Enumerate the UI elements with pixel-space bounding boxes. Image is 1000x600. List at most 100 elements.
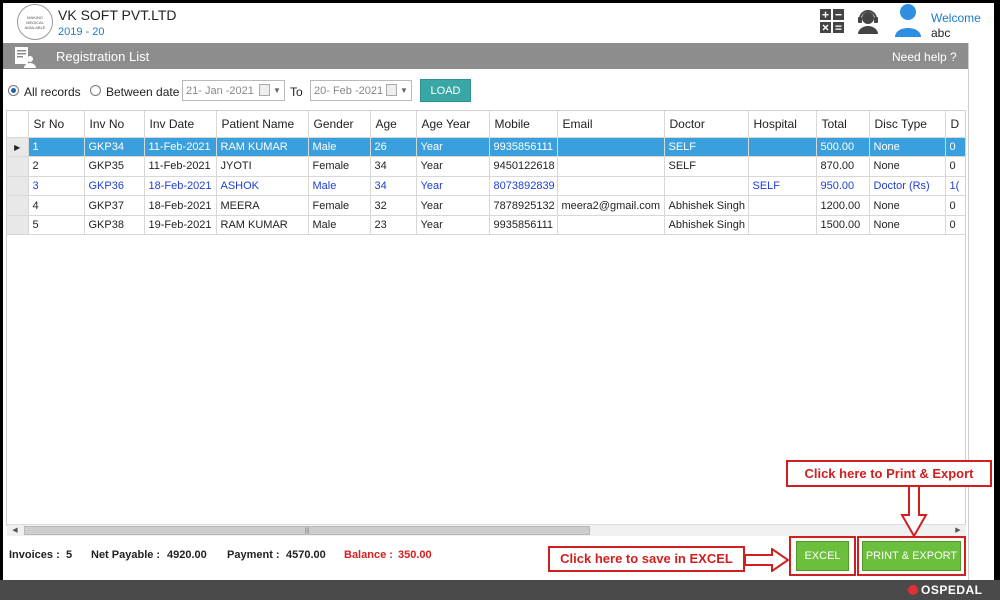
column-header[interactable]: Age Year <box>416 111 490 138</box>
table-cell[interactable]: 2 <box>28 156 85 177</box>
support-headset-icon[interactable] <box>855 8 881 34</box>
table-cell[interactable]: 5 <box>28 215 85 236</box>
table-cell[interactable]: MEERA <box>216 195 309 216</box>
table-cell[interactable]: Male <box>308 215 371 236</box>
table-cell[interactable]: 26 <box>370 137 417 158</box>
all-records-label[interactable]: All records <box>24 85 81 99</box>
column-header[interactable]: Gender <box>308 111 371 138</box>
column-header[interactable]: Age <box>370 111 417 138</box>
table-cell[interactable]: 9935856111 <box>489 137 558 158</box>
to-date-field[interactable]: 20- Feb -2021 ▼ <box>310 80 412 101</box>
table-cell[interactable]: GKP38 <box>84 215 145 236</box>
table-cell[interactable]: 9935856111 <box>489 215 558 236</box>
column-header[interactable]: Patient Name <box>216 111 309 138</box>
table-cell[interactable]: RAM KUMAR <box>216 215 309 236</box>
table-cell[interactable]: 18-Feb-2021 <box>144 176 217 197</box>
table-cell[interactable]: Male <box>308 176 371 197</box>
table-cell[interactable]: 32 <box>370 195 417 216</box>
table-cell[interactable]: Female <box>308 156 371 177</box>
column-header[interactable]: Sr No <box>28 111 85 138</box>
column-header[interactable]: Mobile <box>489 111 558 138</box>
table-cell[interactable]: SELF <box>664 156 749 177</box>
between-date-radio[interactable] <box>90 85 101 96</box>
chevron-down-icon[interactable]: ▼ <box>272 84 282 97</box>
table-cell[interactable]: ASHOK <box>216 176 309 197</box>
column-header[interactable]: Total <box>816 111 870 138</box>
row-selector[interactable] <box>7 215 29 236</box>
table-cell[interactable]: Year <box>416 156 490 177</box>
column-header[interactable]: Disc Type <box>869 111 946 138</box>
column-header[interactable]: Inv No <box>84 111 145 138</box>
table-cell[interactable]: Abhishek Singh <box>664 215 749 236</box>
table-row[interactable]: 3 GKP36 18-Feb-2021 ASHOK Male 34 Year 80738928… <box>7 176 965 197</box>
column-header[interactable]: Hospital <box>748 111 817 138</box>
table-cell[interactable]: 0 <box>945 215 965 236</box>
table-cell[interactable] <box>748 137 817 158</box>
table-cell[interactable]: 870.00 <box>816 156 870 177</box>
table-cell[interactable]: Year <box>416 195 490 216</box>
table-cell[interactable]: 1500.00 <box>816 215 870 236</box>
table-cell[interactable]: 11-Feb-2021 <box>144 156 217 177</box>
table-cell[interactable]: 18-Feb-2021 <box>144 195 217 216</box>
table-cell[interactable]: JYOTI <box>216 156 309 177</box>
table-row[interactable]: 2 GKP35 11-Feb-2021 JYOTI Female 34 Year 945012… <box>7 156 965 177</box>
table-cell[interactable]: 3 <box>28 176 85 197</box>
table-cell[interactable]: Year <box>416 137 490 158</box>
calculator-icon[interactable] <box>819 8 845 34</box>
scroll-left-icon[interactable]: ◀ <box>9 526 21 536</box>
table-cell[interactable]: None <box>869 195 946 216</box>
scroll-right-icon[interactable]: ▶ <box>952 526 964 536</box>
scrollbar-thumb[interactable]: ||| <box>24 526 590 535</box>
calendar-icon[interactable] <box>259 84 270 96</box>
table-cell[interactable] <box>557 156 665 177</box>
row-selector[interactable] <box>7 156 29 177</box>
table-cell[interactable]: 4 <box>28 195 85 216</box>
need-help-link[interactable]: Need help ? <box>892 50 957 64</box>
table-cell[interactable]: Year <box>416 215 490 236</box>
table-cell[interactable]: GKP37 <box>84 195 145 216</box>
table-cell[interactable]: None <box>869 137 946 158</box>
table-row[interactable]: 4 GKP37 18-Feb-2021 MEERA Female 32 Year 787892… <box>7 195 965 216</box>
table-cell[interactable]: 19-Feb-2021 <box>144 215 217 236</box>
table-cell[interactable] <box>557 137 665 158</box>
table-cell[interactable]: 950.00 <box>816 176 870 197</box>
table-cell[interactable]: Female <box>308 195 371 216</box>
table-cell[interactable]: meera2@gmail.com <box>557 195 665 216</box>
table-cell[interactable]: 34 <box>370 156 417 177</box>
load-button[interactable]: LOAD <box>420 79 471 102</box>
column-header[interactable]: Email <box>557 111 665 138</box>
table-cell[interactable]: 34 <box>370 176 417 197</box>
chevron-down-icon[interactable]: ▼ <box>399 84 409 97</box>
table-cell[interactable] <box>664 176 749 197</box>
table-cell[interactable] <box>557 215 665 236</box>
table-cell[interactable]: 0 <box>945 137 965 158</box>
table-cell[interactable]: 1 <box>28 137 85 158</box>
table-cell[interactable]: 0 <box>945 156 965 177</box>
table-cell[interactable]: 500.00 <box>816 137 870 158</box>
table-cell[interactable]: 23 <box>370 215 417 236</box>
excel-button[interactable]: EXCEL <box>796 541 849 571</box>
table-cell[interactable] <box>748 156 817 177</box>
table-cell[interactable] <box>748 195 817 216</box>
user-icon[interactable] <box>894 3 922 37</box>
table-cell[interactable]: SELF <box>748 176 817 197</box>
row-selector[interactable]: ▶ <box>7 137 29 158</box>
row-selector[interactable] <box>7 176 29 197</box>
table-cell[interactable]: Abhishek Singh <box>664 195 749 216</box>
table-cell[interactable] <box>557 176 665 197</box>
horizontal-scrollbar[interactable]: ◀ ||| ▶ <box>7 524 966 536</box>
column-header[interactable]: Inv Date <box>144 111 217 138</box>
table-cell[interactable]: Doctor (Rs) <box>869 176 946 197</box>
table-cell[interactable]: 8073892839 <box>489 176 558 197</box>
table-cell[interactable]: GKP35 <box>84 156 145 177</box>
column-header[interactable]: Doctor <box>664 111 749 138</box>
between-date-label[interactable]: Between date <box>106 85 179 99</box>
table-cell[interactable]: Male <box>308 137 371 158</box>
table-cell[interactable]: 1200.00 <box>816 195 870 216</box>
table-cell[interactable]: None <box>869 156 946 177</box>
table-cell[interactable]: 9450122618 <box>489 156 558 177</box>
all-records-radio[interactable] <box>8 85 19 96</box>
table-cell[interactable]: GKP34 <box>84 137 145 158</box>
table-cell[interactable]: 7878925132 <box>489 195 558 216</box>
row-selector[interactable] <box>7 195 29 216</box>
